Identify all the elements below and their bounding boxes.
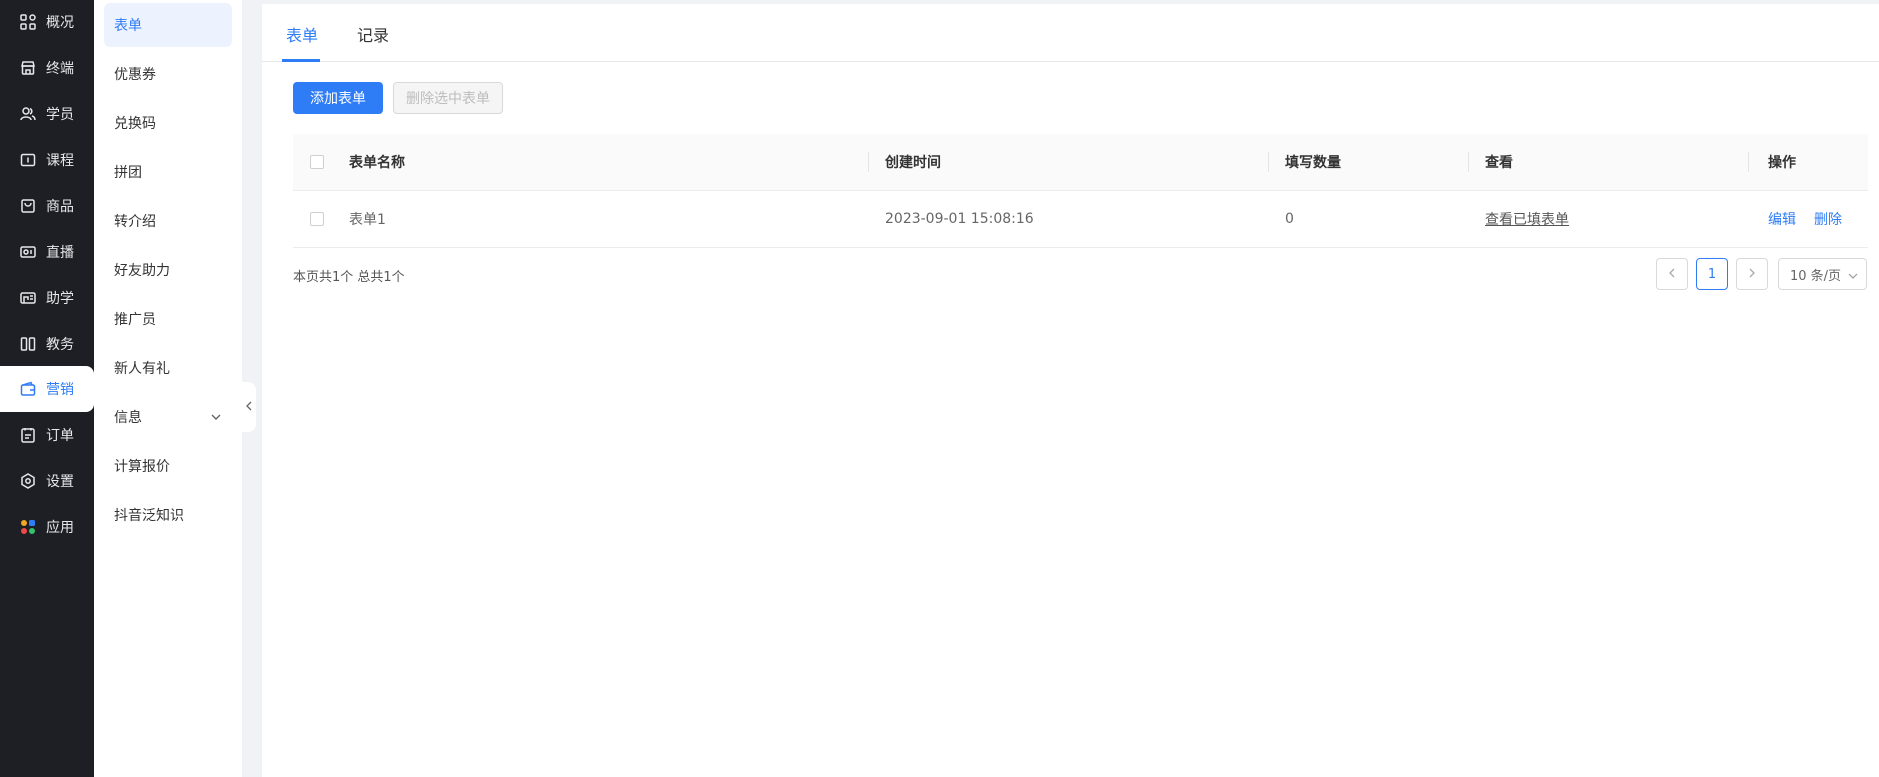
settings-icon	[18, 471, 38, 491]
page-size-select[interactable]: 10 条/页	[1778, 258, 1867, 290]
store-icon	[18, 58, 38, 78]
chevron-left-icon	[245, 400, 253, 414]
tab-forms[interactable]: 表单	[286, 22, 318, 46]
column-header: 创建时间	[885, 155, 941, 171]
main-panel: 表单 记录 添加表单 删除选中表单 表单名称 创建时间 填写数量 查看 操作 表…	[262, 4, 1879, 777]
add-form-button[interactable]: 添加表单	[293, 82, 383, 114]
chevron-left-icon	[1668, 267, 1676, 282]
submenu-item-group-buy[interactable]: 拼团	[104, 150, 232, 194]
apps-icon	[18, 517, 38, 537]
submenu-label: 兑换码	[114, 116, 156, 132]
collapse-sidebar-button[interactable]	[242, 382, 256, 432]
submenu-item-douyin-knowledge[interactable]: 抖音泛知识	[104, 493, 232, 537]
wallet-icon	[18, 379, 38, 399]
nav-item-courses[interactable]: 课程	[0, 137, 94, 183]
bag-icon	[18, 196, 38, 216]
submenu-item-promoters[interactable]: 推广员	[104, 297, 232, 341]
tab-bar: 表单 记录	[262, 4, 1879, 62]
submenu-item-quote-calculator[interactable]: 计算报价	[104, 444, 232, 488]
page-number-button[interactable]: 1	[1696, 258, 1728, 290]
forms-table: 表单名称 创建时间 填写数量 查看 操作 表单1 2023-09-01 15:0…	[293, 134, 1868, 248]
nav-item-overview[interactable]: 概况	[0, 0, 94, 45]
nav-label: 助学	[46, 291, 74, 307]
course-icon	[18, 150, 38, 170]
view-cell: 查看已填表单	[1485, 191, 1569, 247]
table-header: 表单名称 创建时间 填写数量 查看 操作	[293, 134, 1868, 191]
created-time: 2023-09-01 15:08:16	[885, 211, 1034, 227]
fill-count: 0	[1285, 211, 1294, 227]
prev-page-button[interactable]	[1656, 258, 1688, 290]
submenu-label: 优惠券	[114, 67, 156, 83]
delete-selected-forms-button[interactable]: 删除选中表单	[393, 82, 503, 114]
actions-cell: 编辑 删除	[1768, 191, 1842, 247]
nav-label: 概况	[46, 15, 74, 31]
nav-label: 学员	[46, 107, 74, 123]
tab-records[interactable]: 记录	[357, 22, 389, 46]
assist-icon	[18, 288, 38, 308]
column-header: 填写数量	[1285, 155, 1341, 171]
nav-item-academic[interactable]: 教务	[0, 321, 94, 367]
live-icon	[18, 242, 38, 262]
nav-label: 应用	[46, 520, 74, 536]
row-checkbox[interactable]	[310, 191, 324, 247]
submenu-label: 转介绍	[114, 214, 156, 230]
column-header: 表单名称	[349, 155, 405, 171]
book-icon	[18, 334, 38, 354]
nav-item-products[interactable]: 商品	[0, 183, 94, 229]
grid-icon	[18, 12, 38, 32]
nav-item-assist[interactable]: 助学	[0, 275, 94, 321]
submenu-label: 表单	[114, 18, 142, 34]
nav-item-terminal[interactable]: 终端	[0, 45, 94, 91]
submenu-label: 推广员	[114, 312, 156, 328]
delete-link[interactable]: 删除	[1814, 209, 1842, 229]
active-tab-indicator	[282, 59, 320, 62]
nav-label: 商品	[46, 199, 74, 215]
nav-label: 营销	[46, 382, 74, 398]
edit-link[interactable]: 编辑	[1768, 209, 1796, 229]
nav-item-students[interactable]: 学员	[0, 91, 94, 137]
nav-label: 课程	[46, 153, 74, 169]
chevron-right-icon	[1748, 267, 1756, 282]
table-row: 表单1 2023-09-01 15:08:16 0 查看已填表单 编辑 删除	[293, 191, 1868, 248]
nav-item-marketing[interactable]: 营销	[0, 366, 94, 412]
nav-item-settings[interactable]: 设置	[0, 458, 94, 504]
view-submissions-link[interactable]: 查看已填表单	[1485, 209, 1569, 229]
chevron-down-icon	[210, 411, 222, 427]
submenu-item-newcomer-gift[interactable]: 新人有礼	[104, 346, 232, 390]
order-icon	[18, 425, 38, 445]
page-summary: 本页共1个 总共1个	[293, 270, 405, 285]
main-nav: 概况 终端 学员 课程 商品 直播 助学 教务 营销 订单 设置 应用	[0, 0, 94, 777]
submenu-label: 拼团	[114, 165, 142, 181]
nav-label: 订单	[46, 428, 74, 444]
submenu-item-referral[interactable]: 转介绍	[104, 199, 232, 243]
submenu-item-coupons[interactable]: 优惠券	[104, 52, 232, 96]
submenu-label: 新人有礼	[114, 361, 170, 377]
submenu-label: 好友助力	[114, 263, 170, 279]
page-size-value: 10 条/页	[1790, 268, 1842, 284]
form-name: 表单1	[349, 212, 386, 228]
next-page-button[interactable]	[1736, 258, 1768, 290]
nav-item-live[interactable]: 直播	[0, 229, 94, 275]
submenu-label: 信息	[114, 410, 142, 426]
submenu-item-friend-help[interactable]: 好友助力	[104, 248, 232, 292]
column-header: 操作	[1768, 155, 1796, 171]
nav-label: 设置	[46, 474, 74, 490]
column-header: 查看	[1485, 155, 1513, 171]
select-all-checkbox[interactable]	[310, 134, 324, 190]
marketing-submenu: 表单 优惠券 兑换码 拼团 转介绍 好友助力 推广员 新人有礼 信息 计算报价 …	[94, 0, 242, 777]
submenu-item-info[interactable]: 信息	[104, 395, 232, 439]
chevron-down-icon	[1848, 270, 1858, 285]
nav-item-orders[interactable]: 订单	[0, 412, 94, 458]
nav-label: 教务	[46, 337, 74, 353]
users-icon	[18, 104, 38, 124]
submenu-item-redeem-codes[interactable]: 兑换码	[104, 101, 232, 145]
submenu-label: 抖音泛知识	[114, 508, 184, 524]
nav-label: 终端	[46, 61, 74, 77]
nav-label: 直播	[46, 245, 74, 261]
nav-item-apps[interactable]: 应用	[0, 504, 94, 550]
submenu-label: 计算报价	[114, 459, 170, 475]
submenu-item-forms[interactable]: 表单	[104, 3, 232, 47]
